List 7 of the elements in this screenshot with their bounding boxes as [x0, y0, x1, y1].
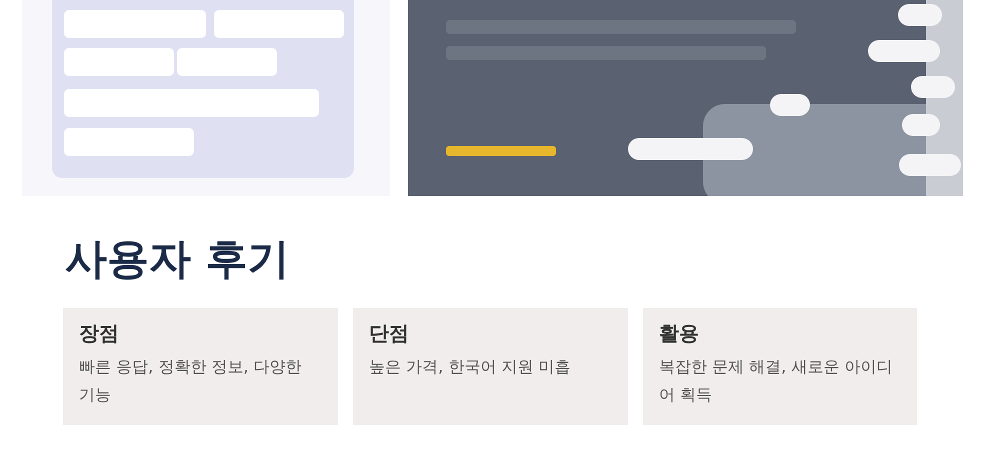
section-title: 사용자 후기 — [65, 234, 291, 284]
card-title: 단점 — [369, 320, 409, 348]
card-text: 복잡한 문제 해결, 새로운 아이디어 획득 — [659, 356, 894, 406]
card-text: 빠른 응답, 정확한 정보, 다양한 기능 — [79, 356, 303, 406]
card-title: 활용 — [659, 320, 699, 348]
card-text: 높은 가격, 한국어 지원 미흡 — [369, 356, 572, 378]
card-title: 장점 — [79, 320, 119, 348]
